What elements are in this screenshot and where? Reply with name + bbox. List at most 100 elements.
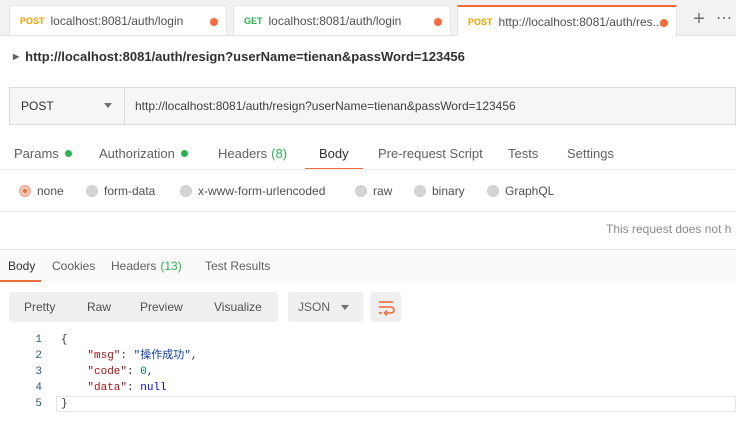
radio-label: binary: [432, 184, 465, 198]
view-preview-button[interactable]: Preview: [140, 292, 183, 322]
json-number: 0: [140, 366, 147, 378]
json-key: "msg": [87, 350, 121, 362]
response-tab-test-results[interactable]: Test Results: [205, 250, 270, 282]
tab-bar: POST localhost:8081/auth/login GET local…: [0, 0, 736, 36]
unsaved-dot-icon: [660, 19, 668, 27]
new-tab-plus-icon[interactable]: +: [686, 8, 712, 32]
status-dot-icon: [64, 150, 72, 157]
response-tabs: Body Cookies Headers (13) Test Results: [0, 249, 736, 282]
divider: [0, 169, 736, 170]
unsaved-dot-icon: [434, 18, 442, 26]
radio-x-www-form-urlencoded[interactable]: x-www-form-urlencoded: [180, 175, 325, 207]
radio-label: GraphQL: [505, 184, 555, 198]
request-tab-active[interactable]: POST http://localhost:8081/auth/res...: [457, 5, 677, 36]
tab-label: Settings: [567, 146, 614, 161]
tab-label: Pre-request Script: [378, 146, 483, 161]
tab-label: Authorization: [99, 146, 175, 161]
radio-unchecked-icon: [487, 185, 499, 197]
view-pretty-button[interactable]: Pretty: [24, 292, 55, 322]
radio-label: raw: [373, 184, 393, 198]
divider: [0, 211, 736, 212]
tab-label: Tests: [508, 146, 539, 161]
no-body-message: This request does not h: [606, 222, 732, 236]
tab-method: GET: [244, 15, 263, 26]
tab-label: Params: [14, 146, 59, 161]
radio-graphql[interactable]: GraphQL: [487, 175, 554, 207]
json-key: "data": [87, 382, 128, 394]
tab-headers[interactable]: Headers (8): [218, 139, 287, 168]
line-number: 3: [35, 366, 42, 378]
headers-count: (13): [160, 259, 182, 273]
line-content: {: [61, 332, 68, 348]
status-dot-icon: [180, 150, 188, 157]
response-tab-body[interactable]: Body: [0, 250, 42, 282]
request-tab[interactable]: POST localhost:8081/auth/login: [9, 5, 227, 35]
method-value: POST: [21, 99, 54, 113]
tab-url: http://localhost:8081/auth/res...: [498, 14, 663, 29]
json-string: "操作成功": [133, 350, 191, 362]
view-mode-group: Pretty Raw Preview Visualize: [9, 292, 278, 322]
tab-pre-request-script[interactable]: Pre-request Script: [378, 139, 483, 168]
response-body-code[interactable]: 1 { 2 "msg": "操作成功", 3 "code": 0, 4 "dat…: [0, 332, 736, 427]
request-tab[interactable]: GET localhost:8081/auth/login: [233, 5, 451, 35]
code-line: 5 }: [0, 396, 736, 412]
radio-raw[interactable]: raw: [355, 175, 392, 207]
tab-body[interactable]: Body: [305, 139, 363, 170]
json-null: null: [140, 382, 167, 394]
radio-binary[interactable]: binary: [414, 175, 465, 207]
chevron-down-icon: [341, 305, 349, 310]
tab-params[interactable]: Params: [14, 139, 72, 168]
tab-settings[interactable]: Settings: [567, 139, 614, 168]
line-content: "data": null: [87, 382, 167, 394]
radio-label: x-www-form-urlencoded: [198, 184, 326, 198]
format-value: JSON: [298, 300, 331, 314]
request-title[interactable]: http://localhost:8081/auth/resign?userNa…: [25, 49, 465, 64]
expand-caret-icon[interactable]: ▶: [13, 52, 19, 61]
radio-unchecked-icon: [414, 185, 426, 197]
radio-checked-icon: [19, 185, 31, 197]
request-url-row: POST: [9, 87, 736, 125]
tab-label: Test Results: [205, 259, 271, 273]
line-number: 4: [35, 382, 42, 394]
body-type-radios: none form-data x-www-form-urlencoded raw…: [0, 175, 736, 207]
method-select[interactable]: POST: [10, 88, 125, 124]
radio-unchecked-icon: [86, 185, 98, 197]
tab-label: Body: [319, 146, 349, 161]
response-tab-headers[interactable]: Headers (13): [111, 250, 182, 282]
headers-count: (8): [271, 146, 288, 161]
tab-tests[interactable]: Tests: [508, 139, 538, 168]
tab-label: Cookies: [52, 259, 96, 273]
line-number: 1: [35, 334, 42, 346]
brace: }: [61, 398, 68, 410]
tab-url: localhost:8081/auth/login: [50, 13, 184, 28]
code-line: 3 "code": 0,: [0, 364, 736, 380]
radio-none[interactable]: none: [19, 175, 64, 207]
brace: {: [61, 334, 68, 346]
code-line: 1 {: [0, 332, 736, 348]
radio-form-data[interactable]: form-data: [86, 175, 155, 207]
request-tabs: Params Authorization Headers (8) Body Pr…: [0, 139, 736, 170]
json-key: "code": [87, 366, 128, 378]
response-tab-cookies[interactable]: Cookies: [52, 250, 95, 282]
radio-label: none: [37, 184, 64, 198]
line-content: "code": 0,: [87, 366, 154, 378]
view-visualize-button[interactable]: Visualize: [214, 292, 262, 322]
tab-label: Headers: [218, 146, 268, 161]
more-tabs-icon[interactable]: ⋯: [712, 8, 736, 32]
chevron-down-icon: [104, 103, 112, 108]
tab-method: POST: [468, 16, 493, 27]
code-line: 4 "data": null: [0, 380, 736, 396]
radio-unchecked-icon: [355, 185, 367, 197]
wrap-lines-button[interactable]: [371, 292, 401, 322]
tab-authorization[interactable]: Authorization: [99, 139, 188, 168]
line-number: 5: [35, 398, 42, 410]
code-line: 2 "msg": "操作成功",: [0, 348, 736, 364]
format-select[interactable]: JSON: [288, 292, 363, 322]
request-title-bar: ▶ http://localhost:8081/auth/resign?user…: [0, 36, 736, 76]
view-raw-button[interactable]: Raw: [87, 292, 111, 322]
wrap-lines-icon: [379, 301, 395, 317]
url-input[interactable]: [126, 88, 726, 124]
tab-method: POST: [20, 15, 45, 26]
tab-label: Body: [8, 259, 36, 273]
tab-url: localhost:8081/auth/login: [268, 13, 402, 28]
